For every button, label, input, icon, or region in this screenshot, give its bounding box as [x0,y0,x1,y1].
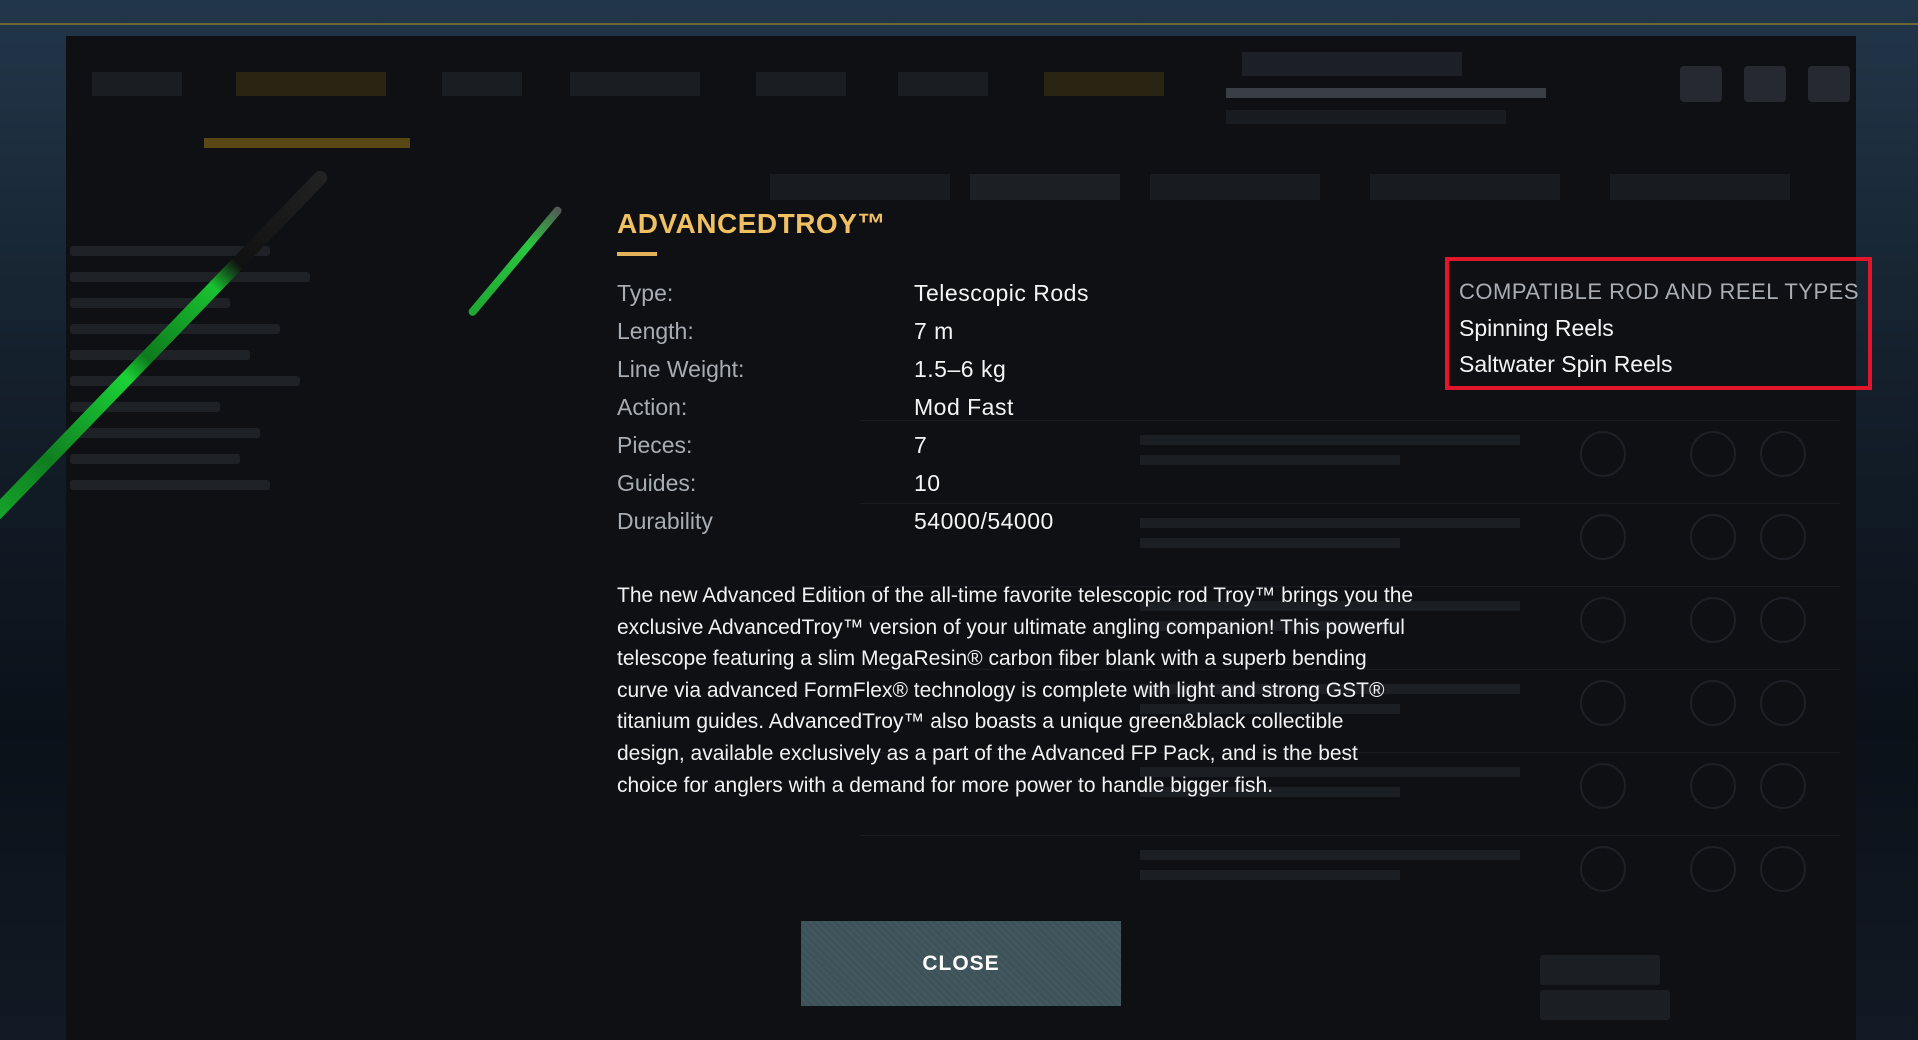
close-button[interactable]: CLOSE [801,921,1121,1006]
top-divider [0,23,1918,25]
xp-bar-dimmed [1226,88,1546,98]
subtab-dimmed [970,174,1120,200]
nav-active-underline [204,138,410,148]
bottom-controls-dimmed [1540,955,1820,1020]
nav-tab-dimmed [898,72,988,96]
currency-dimmed [1226,110,1506,124]
compatible-heading: COMPATIBLE ROD AND REEL TYPES [1459,279,1860,304]
property-line-weight: Line Weight: 1.5–6 kg [617,356,1217,394]
slot-line [70,428,260,438]
player-profile-dimmed [1212,40,1652,130]
property-action: Action: Mod Fast [617,394,1217,432]
lodge-icon [1680,66,1722,102]
property-label: Line Weight: [617,356,745,382]
title-underline [617,252,657,256]
nav-tab-dimmed [442,72,522,96]
property-label: Action: [617,394,688,420]
property-label: Type: [617,280,674,306]
control-dimmed [1540,955,1660,985]
item-title: ADVANCEDTROY™ [617,208,886,239]
subtab-dimmed [770,174,950,200]
property-type: Type: Telescopic Rods [617,280,1217,318]
subtab-dimmed [1370,174,1560,200]
item-properties: Type: Telescopic Rods Length: 7 m Line W… [617,280,1217,546]
property-label: Length: [617,318,694,344]
compatible-types-box: COMPATIBLE ROD AND REEL TYPES Spinning R… [1445,257,1872,390]
slot-line [70,454,240,464]
property-pieces: Pieces: 7 [617,432,1217,470]
control-dimmed [1540,990,1670,1020]
home-icon [1744,66,1786,102]
nav-tab-dimmed [756,72,846,96]
compatible-item: Spinning Reels [1459,315,1614,341]
slot-line [70,376,300,386]
player-name-dimmed [1242,52,1462,76]
nav-tab-dimmed [236,72,386,96]
property-value: Telescopic Rods [914,280,1089,306]
nav-tab-dimmed [92,72,182,96]
property-value: 1.5–6 kg [914,356,1007,382]
nav-tab-dimmed [570,72,700,96]
list-row-dimmed [860,835,1840,898]
subtab-dimmed [1610,174,1790,200]
property-label: Pieces: [617,432,693,458]
slot-line [70,480,270,490]
property-value: 7 [914,432,928,458]
property-durability: Durability 54000/54000 [617,508,1217,546]
settings-icon [1808,66,1850,102]
inventory-subtabs-dimmed [770,168,1790,218]
property-value: 7 m [914,318,954,344]
top-icons-dimmed [1680,66,1872,107]
property-value: 10 [914,470,941,496]
subtab-dimmed [1150,174,1320,200]
property-label: Durability [617,508,713,534]
property-value: Mod Fast [914,394,1014,420]
slot-line [70,272,310,282]
compatible-item: Saltwater Spin Reels [1459,351,1673,377]
nav-tab-dimmed [1044,72,1164,96]
property-guides: Guides: 10 [617,470,1217,508]
property-length: Length: 7 m [617,318,1217,356]
property-value: 54000/54000 [914,508,1054,534]
item-description: The new Advanced Edition of the all-time… [617,584,1414,797]
property-label: Guides: [617,470,697,496]
